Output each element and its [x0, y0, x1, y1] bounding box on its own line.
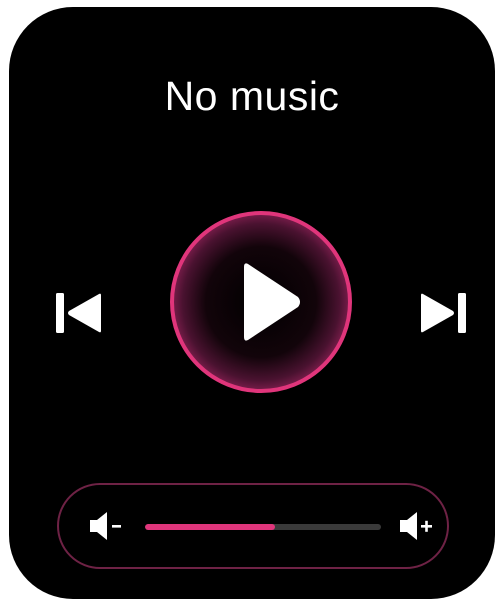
volume-down-icon: [90, 512, 121, 540]
volume-up-button[interactable]: [397, 509, 437, 543]
volume-up-icon: [400, 512, 432, 540]
play-icon: [244, 263, 300, 341]
next-track-button[interactable]: [413, 283, 473, 343]
volume-down-button[interactable]: [87, 509, 127, 543]
volume-slider-fill: [145, 524, 275, 530]
skip-next-icon: [421, 293, 466, 333]
play-button[interactable]: [168, 209, 354, 395]
music-player-screen: No music: [9, 7, 495, 599]
volume-control: [57, 483, 449, 569]
track-title: No music: [164, 73, 340, 119]
skip-previous-icon: [56, 293, 101, 333]
volume-slider[interactable]: [145, 524, 381, 530]
previous-track-button[interactable]: [49, 283, 109, 343]
